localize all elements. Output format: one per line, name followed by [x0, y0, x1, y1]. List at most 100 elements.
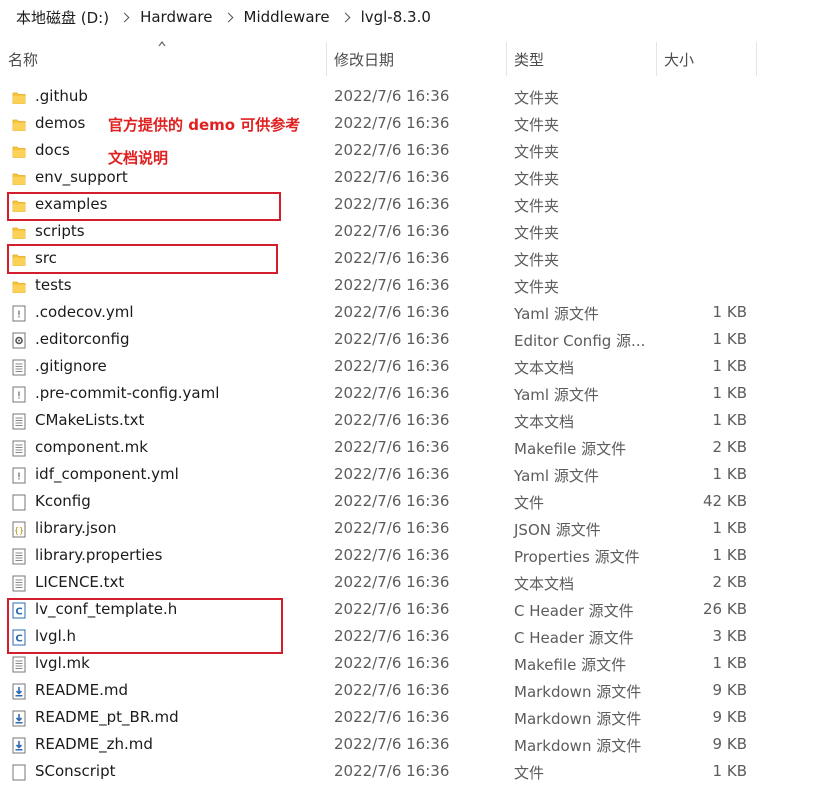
file-name: .pre-commit-config.yaml: [35, 384, 220, 402]
file-type: 文件夹: [514, 116, 560, 134]
file-name: README_pt_BR.md: [35, 708, 179, 726]
file-row[interactable]: library.properties 2022/7/6 16:36 Properti…: [0, 543, 817, 570]
file-modified-date: 2022/7/6 16:36: [334, 681, 450, 699]
file-modified-date: 2022/7/6 16:36: [334, 249, 450, 267]
file-type: 文件夹: [514, 170, 560, 188]
column-divider[interactable]: [656, 42, 657, 76]
file-name: .codecov.yml: [35, 303, 134, 321]
file-type: Yaml 源文件: [514, 305, 599, 323]
column-header-type-label: 类型: [514, 50, 545, 69]
file-row[interactable]: Kconfig 2022/7/6 16:36 文件 42 KB: [0, 489, 817, 516]
file-row[interactable]: SConscript 2022/7/6 16:36 文件 1 KB: [0, 759, 817, 786]
file-name: library.properties: [35, 546, 163, 564]
file-size: 1 KB: [712, 411, 747, 429]
file-size: 1 KB: [712, 519, 747, 537]
svg-text:!: !: [17, 391, 21, 402]
column-header-size[interactable]: 大小: [664, 38, 756, 80]
markdown-file-icon: [12, 683, 26, 700]
file-type: Yaml 源文件: [514, 467, 599, 485]
file-type: Markdown 源文件: [514, 737, 642, 755]
file-modified-date: 2022/7/6 16:36: [334, 573, 450, 591]
src-highlight-box: [7, 244, 278, 274]
file-size: 9 KB: [712, 708, 747, 726]
column-divider[interactable]: [506, 42, 507, 76]
file-modified-date: 2022/7/6 16:36: [334, 168, 450, 186]
file-name: SConscript: [35, 762, 116, 780]
folder-icon: [12, 278, 26, 295]
file-row[interactable]: README_zh.md 2022/7/6 16:36 Markdown 源文件 9 …: [0, 732, 817, 759]
file-size: 1 KB: [712, 303, 747, 321]
file-type: Makefile 源文件: [514, 440, 627, 458]
column-divider[interactable]: [326, 42, 327, 76]
file-modified-date: 2022/7/6 16:36: [334, 600, 450, 618]
file-type: 文件夹: [514, 89, 560, 107]
breadcrumb-item-hardware[interactable]: Hardware: [140, 8, 218, 26]
file-size: 2 KB: [712, 438, 747, 456]
demos-annotation: 官方提供的 demo 可供参考: [108, 116, 301, 134]
column-header-type[interactable]: 类型: [514, 38, 656, 80]
file-row[interactable]: {} library.json 2022/7/6 16:36 JSON 源文件 1 KB: [0, 516, 817, 543]
file-row[interactable]: README.md 2022/7/6 16:36 Markdown 源文件 9 KB: [0, 678, 817, 705]
chevron-right-icon: [223, 12, 233, 22]
folder-icon: [12, 89, 26, 106]
text-file-icon: [12, 359, 26, 376]
column-header-date-label: 修改日期: [334, 50, 395, 69]
file-type: 文件夹: [514, 278, 560, 296]
text-file-icon: [12, 440, 26, 457]
file-size: 1 KB: [712, 762, 747, 780]
file-type: Makefile 源文件: [514, 656, 627, 674]
breadcrumb: 本地磁盘 (D:) Hardware Middleware lvgl-8.3.0: [0, 0, 817, 34]
chevron-right-icon: [340, 12, 351, 22]
markdown-file-icon: [12, 710, 26, 727]
file-type: 文件: [514, 494, 545, 512]
file-row[interactable]: README_pt_BR.md 2022/7/6 16:36 Markdown 源文…: [0, 705, 817, 732]
file-modified-date: 2022/7/6 16:36: [334, 492, 450, 510]
file-name: idf_component.yml: [35, 465, 179, 483]
blank-file-icon: [12, 764, 26, 781]
file-size: 9 KB: [712, 735, 747, 753]
file-type: Properties 源文件: [514, 548, 640, 566]
file-size: 1 KB: [712, 546, 747, 564]
file-size: 1 KB: [712, 330, 747, 348]
file-type: 文件夹: [514, 251, 560, 269]
text-file-icon: [12, 413, 26, 430]
file-modified-date: 2022/7/6 16:36: [334, 87, 450, 105]
file-modified-date: 2022/7/6 16:36: [334, 303, 450, 321]
file-name: .github: [35, 87, 88, 105]
file-row[interactable]: .editorconfig 2022/7/6 16:36 Editor Config…: [0, 327, 817, 354]
column-divider[interactable]: [756, 42, 757, 76]
file-row[interactable]: .github 2022/7/6 16:36 文件夹: [0, 84, 817, 111]
file-modified-date: 2022/7/6 16:36: [334, 708, 450, 726]
breadcrumb-item-drive[interactable]: 本地磁盘 (D:): [16, 7, 115, 28]
column-header-size-label: 大小: [664, 50, 695, 69]
folder-icon: [12, 143, 26, 160]
file-row[interactable]: component.mk 2022/7/6 16:36 Makefile 源文件 2 …: [0, 435, 817, 462]
file-type: 文件夹: [514, 224, 560, 242]
column-header-name[interactable]: 名称: [8, 38, 326, 80]
column-header-date[interactable]: 修改日期: [334, 38, 506, 80]
file-size: 2 KB: [712, 573, 747, 591]
file-modified-date: 2022/7/6 16:36: [334, 627, 450, 645]
file-row[interactable]: .gitignore 2022/7/6 16:36 文本文档 1 KB: [0, 354, 817, 381]
breadcrumb-item-middleware[interactable]: Middleware: [244, 8, 336, 26]
file-row[interactable]: CMakeLists.txt 2022/7/6 16:36 文本文档 1 KB: [0, 408, 817, 435]
file-row[interactable]: LICENCE.txt 2022/7/6 16:36 文本文档 2 KB: [0, 570, 817, 597]
file-row[interactable]: ! idf_component.yml 2022/7/6 16:36 Yaml 源文件…: [0, 462, 817, 489]
chevron-right-icon: [119, 12, 130, 22]
file-size: 1 KB: [712, 654, 747, 672]
file-row[interactable]: tests 2022/7/6 16:36 文件夹: [0, 273, 817, 300]
folder-icon: [12, 170, 26, 187]
file-row[interactable]: env_support 2022/7/6 16:36 文件夹: [0, 165, 817, 192]
svg-text:{}: {}: [14, 526, 24, 535]
folder-icon: [12, 116, 26, 133]
file-modified-date: 2022/7/6 16:36: [334, 141, 450, 159]
file-name: .gitignore: [35, 357, 107, 375]
file-row[interactable]: lvgl.mk 2022/7/6 16:36 Makefile 源文件 1 KB: [0, 651, 817, 678]
breadcrumb-item-lvgl[interactable]: lvgl-8.3.0: [361, 8, 437, 26]
file-row[interactable]: ! .codecov.yml 2022/7/6 16:36 Yaml 源文件 1 KB: [0, 300, 817, 327]
file-row[interactable]: scripts 2022/7/6 16:36 文件夹: [0, 219, 817, 246]
file-modified-date: 2022/7/6 16:36: [334, 735, 450, 753]
yaml-file-icon: !: [12, 386, 26, 403]
file-row[interactable]: ! .pre-commit-config.yaml 2022/7/6 16:36 Ya…: [0, 381, 817, 408]
file-type: Yaml 源文件: [514, 386, 599, 404]
